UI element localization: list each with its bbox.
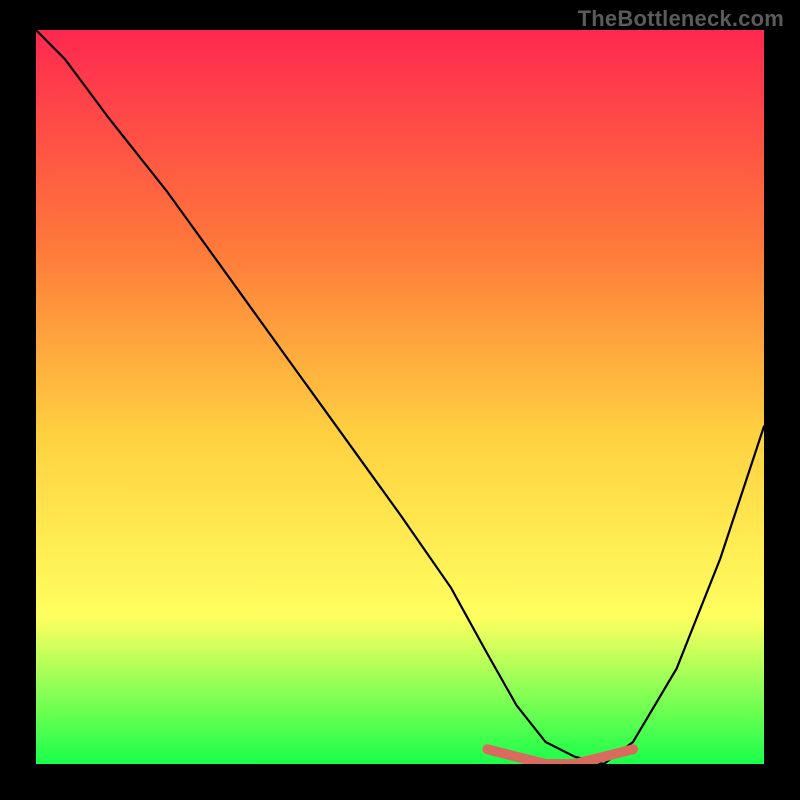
chart-frame: TheBottleneck.com: [0, 0, 800, 800]
watermark-text: TheBottleneck.com: [578, 6, 784, 32]
gradient-background: [36, 30, 764, 764]
bottleneck-chart: [36, 30, 764, 764]
plot-area: [36, 30, 764, 764]
